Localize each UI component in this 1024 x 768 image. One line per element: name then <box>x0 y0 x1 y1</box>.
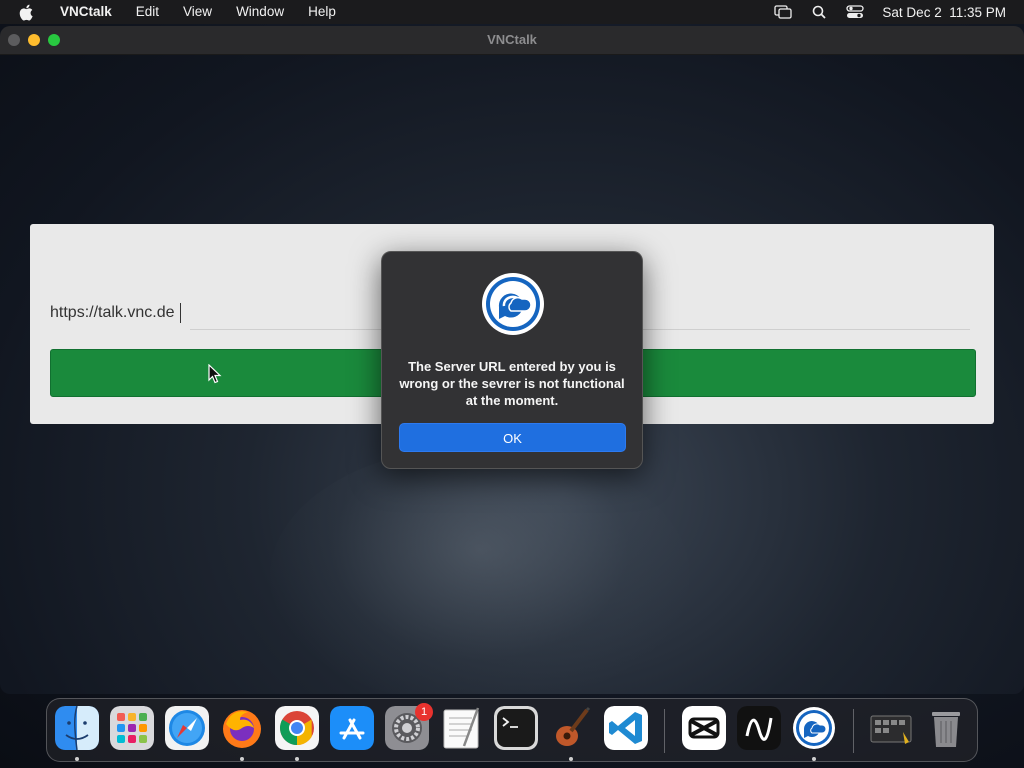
app-store-icon[interactable] <box>330 706 374 750</box>
menu-bar: VNCtalk Edit View Window Help Sat Dec 2 … <box>0 0 1024 24</box>
unknown-app-icon[interactable] <box>737 706 781 750</box>
dock-separator-right <box>853 709 854 753</box>
downloads-stack-icon[interactable] <box>869 706 913 750</box>
garageband-icon[interactable] <box>549 706 593 750</box>
capcut-icon[interactable] <box>682 706 726 750</box>
menu-clock[interactable]: Sat Dec 2 11:35 PM <box>882 5 1006 20</box>
menu-help[interactable]: Help <box>296 0 348 24</box>
menu-window[interactable]: Window <box>224 0 296 24</box>
firefox-icon[interactable] <box>220 706 264 750</box>
menu-view[interactable]: View <box>171 0 224 24</box>
trash-icon[interactable] <box>924 706 968 750</box>
window-title: VNCtalk <box>487 32 537 47</box>
control-center-icon[interactable] <box>846 3 865 21</box>
finder-running-indicator <box>75 757 79 761</box>
dock: 1 <box>46 698 978 762</box>
ok-button[interactable]: OK <box>399 423 626 452</box>
server-url-input[interactable] <box>50 299 370 327</box>
chrome-running-indicator <box>295 757 299 761</box>
vnctalk-logo-icon <box>482 273 544 335</box>
alert-message: The Server URL entered by you is wrong o… <box>399 359 625 408</box>
vscode-icon[interactable] <box>604 706 648 750</box>
garageband-running-indicator <box>569 757 573 761</box>
chrome-icon[interactable] <box>275 706 319 750</box>
firefox-running-indicator <box>240 757 244 761</box>
apple-menu-icon[interactable] <box>16 2 36 22</box>
finder-icon[interactable] <box>55 706 99 750</box>
launchpad-icon[interactable] <box>110 706 154 750</box>
settings-notification-badge: 1 <box>415 703 433 721</box>
background-image <box>270 446 690 694</box>
vnctalk-icon[interactable] <box>792 706 836 750</box>
menu-app-name[interactable]: VNCtalk <box>48 0 124 24</box>
safari-icon[interactable] <box>165 706 209 750</box>
screen-mirror-icon[interactable] <box>774 3 793 21</box>
menu-edit[interactable]: Edit <box>124 0 171 24</box>
text-caret <box>180 303 181 323</box>
window-titlebar[interactable]: VNCtalk <box>0 26 1024 55</box>
textedit-icon[interactable] <box>440 706 484 750</box>
dock-separator <box>664 709 665 753</box>
terminal-icon[interactable] <box>494 706 538 750</box>
error-alert-dialog: The Server URL entered by you is wrong o… <box>381 251 643 469</box>
search-icon[interactable] <box>810 3 828 21</box>
vnctalk-running-indicator <box>812 757 816 761</box>
mouse-pointer-icon <box>208 363 222 389</box>
